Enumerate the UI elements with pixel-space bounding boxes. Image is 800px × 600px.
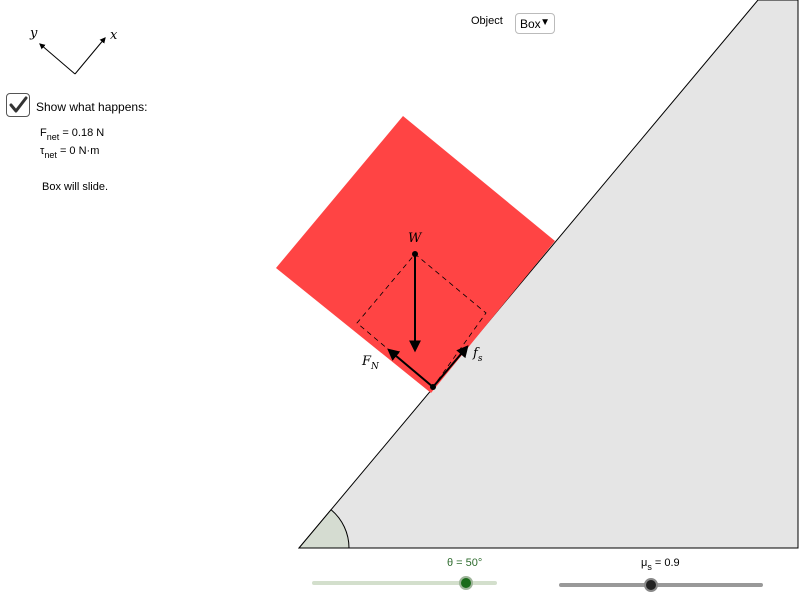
axis-y-arrow (39, 43, 76, 75)
triangle-down-icon: ▼ (540, 17, 550, 28)
axis-x-arrow (74, 37, 106, 75)
axis-x-label: x (110, 28, 118, 43)
show-what-happens-checkbox[interactable] (6, 93, 30, 117)
outcome-text: Box will slide. (42, 181, 109, 193)
center-of-mass-point (412, 251, 418, 257)
object-select-label: Object (471, 15, 503, 27)
contact-point (430, 384, 436, 390)
friction-force-label: fs (473, 346, 483, 364)
weight-label: W (408, 231, 422, 246)
mu-slider-label: μs = 0.9 (641, 557, 680, 572)
mu-slider-track[interactable] (559, 583, 763, 587)
axis-y-label: y (30, 26, 38, 41)
theta-slider-label: θ = 50° (447, 557, 483, 569)
show-what-happens-label: Show what happens: (36, 100, 148, 114)
physics-scene (39, 0, 799, 549)
normal-force-label: FN (362, 354, 379, 372)
mu-slider-handle[interactable] (643, 578, 658, 592)
object-select-value: Box (520, 17, 541, 31)
checkmark-icon (9, 96, 28, 113)
net-force-readout: Fnet = 0.18 N (40, 127, 105, 142)
object-select[interactable]: Box ▼ (515, 13, 555, 34)
net-torque-readout: τnet = 0 N·m (40, 145, 100, 160)
